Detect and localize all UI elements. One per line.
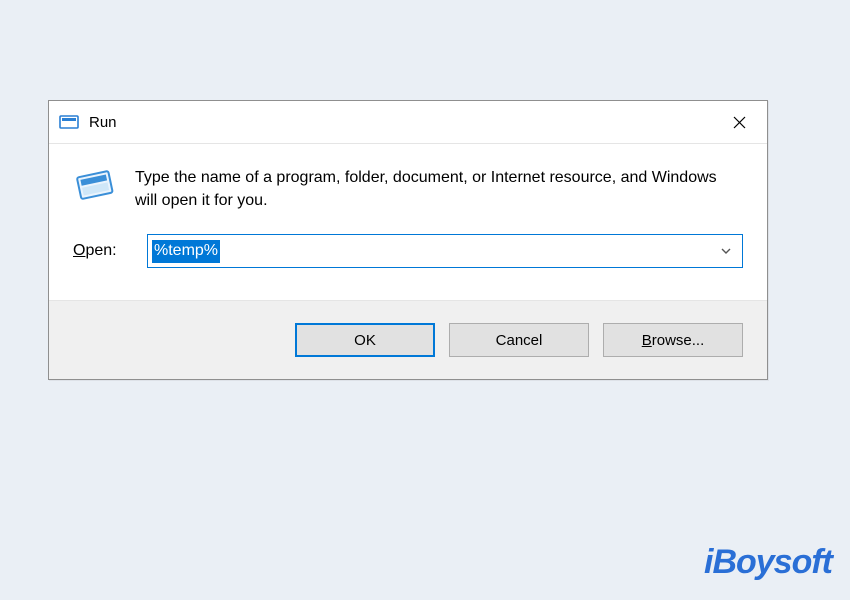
close-button[interactable]: [711, 101, 767, 143]
ok-button[interactable]: OK: [295, 323, 435, 357]
run-dialog-icon: [59, 112, 79, 132]
button-row: OK Cancel Browse...: [49, 300, 767, 379]
open-input[interactable]: %temp%: [148, 240, 710, 263]
run-dialog: Run Type the name of a program, folder, …: [48, 100, 768, 380]
cancel-button[interactable]: Cancel: [449, 323, 589, 357]
dialog-body: Type the name of a program, folder, docu…: [49, 144, 767, 300]
open-row: Open: %temp%: [73, 234, 743, 268]
titlebar: Run: [49, 101, 767, 144]
dialog-description: Type the name of a program, folder, docu…: [135, 164, 743, 212]
dialog-title: Run: [89, 114, 117, 131]
run-large-icon: [73, 164, 117, 208]
watermark-logo: iBoysoft: [704, 543, 832, 582]
close-icon: [733, 116, 746, 129]
open-label: Open:: [73, 242, 147, 260]
info-row: Type the name of a program, folder, docu…: [73, 164, 743, 212]
chevron-down-icon[interactable]: [710, 245, 742, 257]
open-combobox[interactable]: %temp%: [147, 234, 743, 268]
browse-button[interactable]: Browse...: [603, 323, 743, 357]
